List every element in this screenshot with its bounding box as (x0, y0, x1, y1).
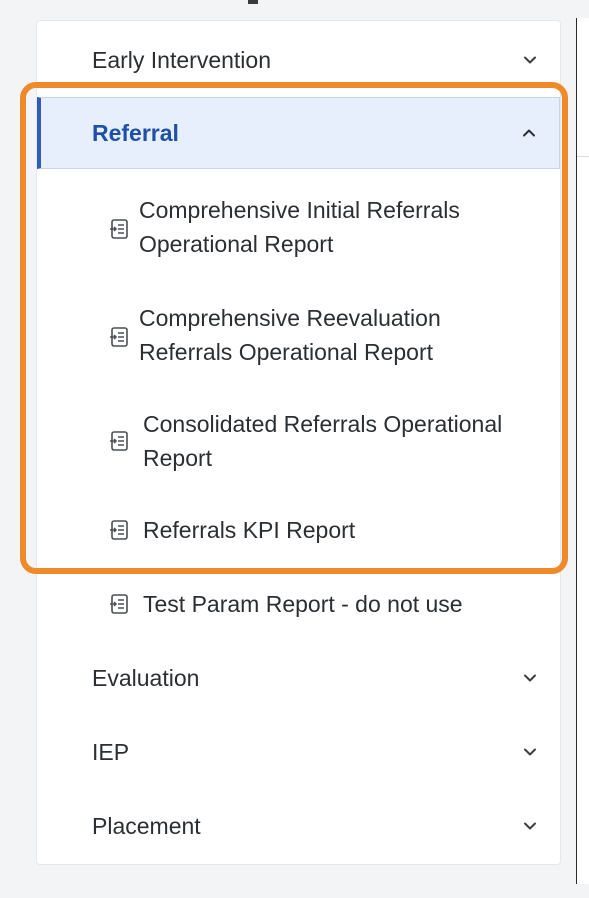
report-title: Test Param Report - do not use (143, 591, 463, 617)
report-link-comprehensive-initial[interactable]: Comprehensive Initial Referrals Operatio… (109, 193, 460, 261)
report-document-icon (109, 593, 131, 615)
section-iep[interactable]: IEP (37, 731, 560, 773)
section-early-intervention[interactable]: Early Intervention (37, 39, 560, 81)
report-link-test-param[interactable]: Test Param Report - do not use (109, 587, 463, 621)
bottom-edge (0, 886, 589, 898)
report-document-icon (109, 430, 131, 452)
report-title-line-1: Consolidated Referrals Operational (143, 411, 503, 437)
chevron-down-icon (520, 668, 540, 688)
section-label: Referral (92, 119, 179, 146)
report-document-icon (109, 326, 128, 347)
section-placement[interactable]: Placement (37, 805, 560, 847)
content-pane-edge (576, 18, 589, 884)
content-pane-divider (577, 156, 589, 157)
chevron-down-icon (520, 816, 540, 836)
section-label: Evaluation (92, 664, 200, 691)
report-navigation-panel: Early Intervention Referral Comprehensiv… (36, 20, 561, 865)
report-link-referrals-kpi[interactable]: Referrals KPI Report (109, 513, 355, 547)
section-label: Early Intervention (92, 46, 271, 73)
chevron-up-icon (519, 123, 539, 143)
report-title-line-2: Operational Report (139, 231, 334, 257)
top-divider-mark (248, 0, 258, 4)
section-label: IEP (92, 738, 130, 765)
report-title-line-2: Report (143, 445, 213, 471)
chevron-down-icon (520, 50, 540, 70)
section-evaluation[interactable]: Evaluation (37, 657, 560, 699)
report-title-line-1: Comprehensive Reevaluation (139, 305, 441, 331)
report-link-consolidated-referrals[interactable]: Consolidated Referrals Operational Repor… (109, 407, 502, 475)
report-link-comprehensive-reevaluation[interactable]: Comprehensive Reevaluation Referrals Ope… (109, 301, 441, 369)
section-referral[interactable]: Referral (37, 97, 560, 169)
section-label: Placement (92, 812, 201, 839)
chevron-down-icon (520, 742, 540, 762)
report-document-icon (109, 519, 131, 541)
report-document-icon (109, 218, 128, 239)
report-title-line-1: Comprehensive Initial Referrals (139, 197, 460, 223)
report-title: Referrals KPI Report (143, 517, 356, 543)
report-title-line-2: Referrals Operational Report (139, 339, 434, 365)
